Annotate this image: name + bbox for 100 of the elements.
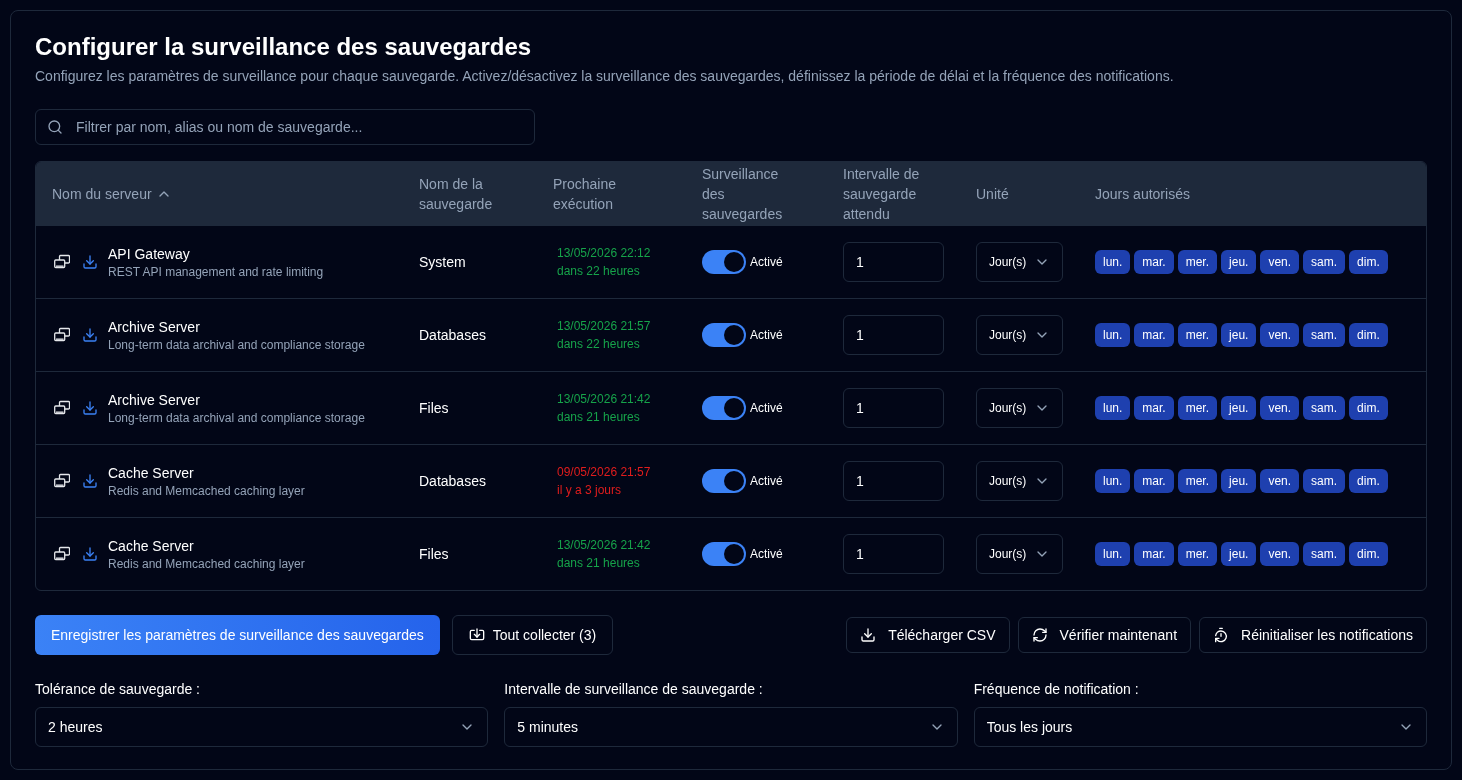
server-description: REST API management and rate limiting [108, 264, 324, 280]
action-button[interactable]: Réinitialiser les notifications [1199, 617, 1427, 653]
unit-select[interactable]: Jour(s) [976, 461, 1063, 501]
day-chip[interactable]: ven. [1260, 469, 1300, 493]
server-name: Cache Server [108, 464, 195, 483]
day-chip[interactable]: dim. [1349, 250, 1388, 274]
download-icon[interactable] [82, 473, 98, 489]
unit-select[interactable]: Jour(s) [976, 315, 1063, 355]
day-chip[interactable]: ven. [1260, 542, 1300, 566]
interval-input[interactable]: 1 [843, 534, 944, 574]
interval-input[interactable]: 1 [843, 242, 944, 282]
day-chip[interactable]: mar. [1134, 250, 1174, 274]
column-header: Nom de la sauvegarde [419, 174, 494, 214]
day-chip[interactable]: mar. [1134, 396, 1174, 420]
server-description: Redis and Memcached caching layer [108, 556, 305, 572]
monitoring-toggle[interactable] [702, 323, 746, 347]
server-description: Long-term data archival and compliance storage [108, 410, 365, 426]
toggle-label: Activé [750, 254, 783, 270]
action-button[interactable]: Vérifier maintenant [1017, 617, 1192, 653]
day-chip[interactable]: lun. [1095, 396, 1131, 420]
day-chip[interactable]: ven. [1260, 396, 1300, 420]
monitors-icon [54, 327, 70, 343]
save-settings-button[interactable]: Enregistrer les paramètres de surveillance des sauvegardes [35, 615, 440, 655]
day-chip[interactable]: mer. [1177, 396, 1218, 420]
day-chip[interactable]: lun. [1095, 469, 1131, 493]
day-chip[interactable]: sam. [1303, 396, 1346, 420]
day-chip[interactable]: ven. [1260, 323, 1300, 347]
server-description: Redis and Memcached caching layer [108, 483, 305, 499]
server-description: Long-term data archival and compliance storage [108, 337, 365, 353]
day-chip[interactable]: jeu. [1221, 469, 1257, 493]
day-chip[interactable]: dim. [1349, 542, 1388, 566]
monitors-icon [54, 254, 70, 270]
download-icon [860, 627, 877, 643]
day-chip[interactable]: mer. [1177, 323, 1218, 347]
day-chip[interactable]: dim. [1349, 323, 1388, 347]
day-chip[interactable]: jeu. [1221, 396, 1257, 420]
day-chip[interactable]: lun. [1095, 250, 1131, 274]
column-header: Intervalle de sauvegarde attendu [843, 164, 921, 224]
day-chip[interactable]: dim. [1349, 396, 1388, 420]
day-chip[interactable]: mer. [1177, 250, 1218, 274]
day-chip[interactable]: lun. [1095, 542, 1131, 566]
day-chip[interactable]: jeu. [1221, 542, 1257, 566]
unit-select[interactable]: Jour(s) [976, 242, 1063, 282]
day-chip[interactable]: mar. [1134, 469, 1174, 493]
day-chip[interactable]: sam. [1303, 542, 1346, 566]
day-chip[interactable]: lun. [1095, 323, 1131, 347]
column-header: Unité [976, 184, 1009, 204]
day-chip[interactable]: jeu. [1221, 250, 1257, 274]
day-chip[interactable]: mer. [1177, 469, 1218, 493]
search-field[interactable]: Filtrer par nom, alias ou nom de sauvegarde... [35, 109, 535, 145]
interval-input[interactable]: 1 [843, 388, 944, 428]
sort-column-header[interactable]: Nom du serveur [52, 183, 172, 204]
collect-all-button[interactable]: Tout collecter (3) [451, 615, 614, 655]
download-icon[interactable] [82, 400, 98, 416]
day-chip[interactable]: jeu. [1221, 323, 1257, 347]
column-header: Prochaine exécution [553, 174, 618, 214]
action-button[interactable]: Télécharger CSV [846, 617, 1010, 653]
monitors-icon [54, 473, 70, 489]
toggle-label: Activé [750, 327, 783, 343]
server-name: API Gateway [108, 245, 191, 264]
unit-select[interactable]: Jour(s) [976, 388, 1063, 428]
day-chip[interactable]: mar. [1134, 542, 1174, 566]
setting-select[interactable]: 5 minutes [504, 707, 958, 747]
unit-select[interactable]: Jour(s) [976, 534, 1063, 574]
refresh-icon [1031, 627, 1048, 643]
next-run-relative: dans 21 heures [557, 555, 641, 572]
server-name: Archive Server [108, 391, 201, 410]
day-chip[interactable]: sam. [1303, 469, 1346, 493]
interval-input[interactable]: 1 [843, 461, 944, 501]
setting-label: Tolérance de sauvegarde : [35, 680, 201, 699]
setting-select[interactable]: Tous les jours [973, 707, 1427, 747]
monitoring-toggle[interactable] [702, 469, 746, 493]
day-chip[interactable]: mar. [1134, 323, 1174, 347]
download-icon[interactable] [82, 254, 98, 270]
setting-label: Fréquence de notification : [973, 680, 1140, 699]
next-run-date: 13/05/2026 21:57 [557, 318, 652, 335]
backup-name: Files [419, 546, 449, 562]
download-icon[interactable] [82, 546, 98, 562]
day-chip[interactable]: mer. [1177, 542, 1218, 566]
download-icon[interactable] [82, 327, 98, 343]
next-run-relative: il y a 3 jours [557, 482, 623, 499]
next-run-date: 09/05/2026 21:57 [557, 464, 652, 481]
monitoring-toggle[interactable] [702, 250, 746, 274]
tray-download-icon [468, 627, 485, 643]
next-run-date: 13/05/2026 22:12 [557, 245, 652, 262]
setting-select[interactable]: 2 heures [35, 707, 489, 747]
interval-input[interactable]: 1 [843, 315, 944, 355]
backup-name: Files [419, 400, 449, 416]
next-run-relative: dans 21 heures [557, 409, 641, 426]
day-chip[interactable]: ven. [1260, 250, 1300, 274]
backup-name: Databases [419, 327, 486, 343]
backup-name: Databases [419, 473, 486, 489]
day-chip[interactable]: sam. [1303, 250, 1346, 274]
day-chip[interactable]: sam. [1303, 323, 1346, 347]
monitoring-toggle[interactable] [702, 542, 746, 566]
toggle-label: Activé [750, 400, 783, 416]
day-chip[interactable]: dim. [1349, 469, 1388, 493]
monitoring-toggle[interactable] [702, 396, 746, 420]
server-name: Cache Server [108, 537, 195, 556]
setting-label: Intervalle de surveillance de sauvegarde : [504, 680, 764, 699]
